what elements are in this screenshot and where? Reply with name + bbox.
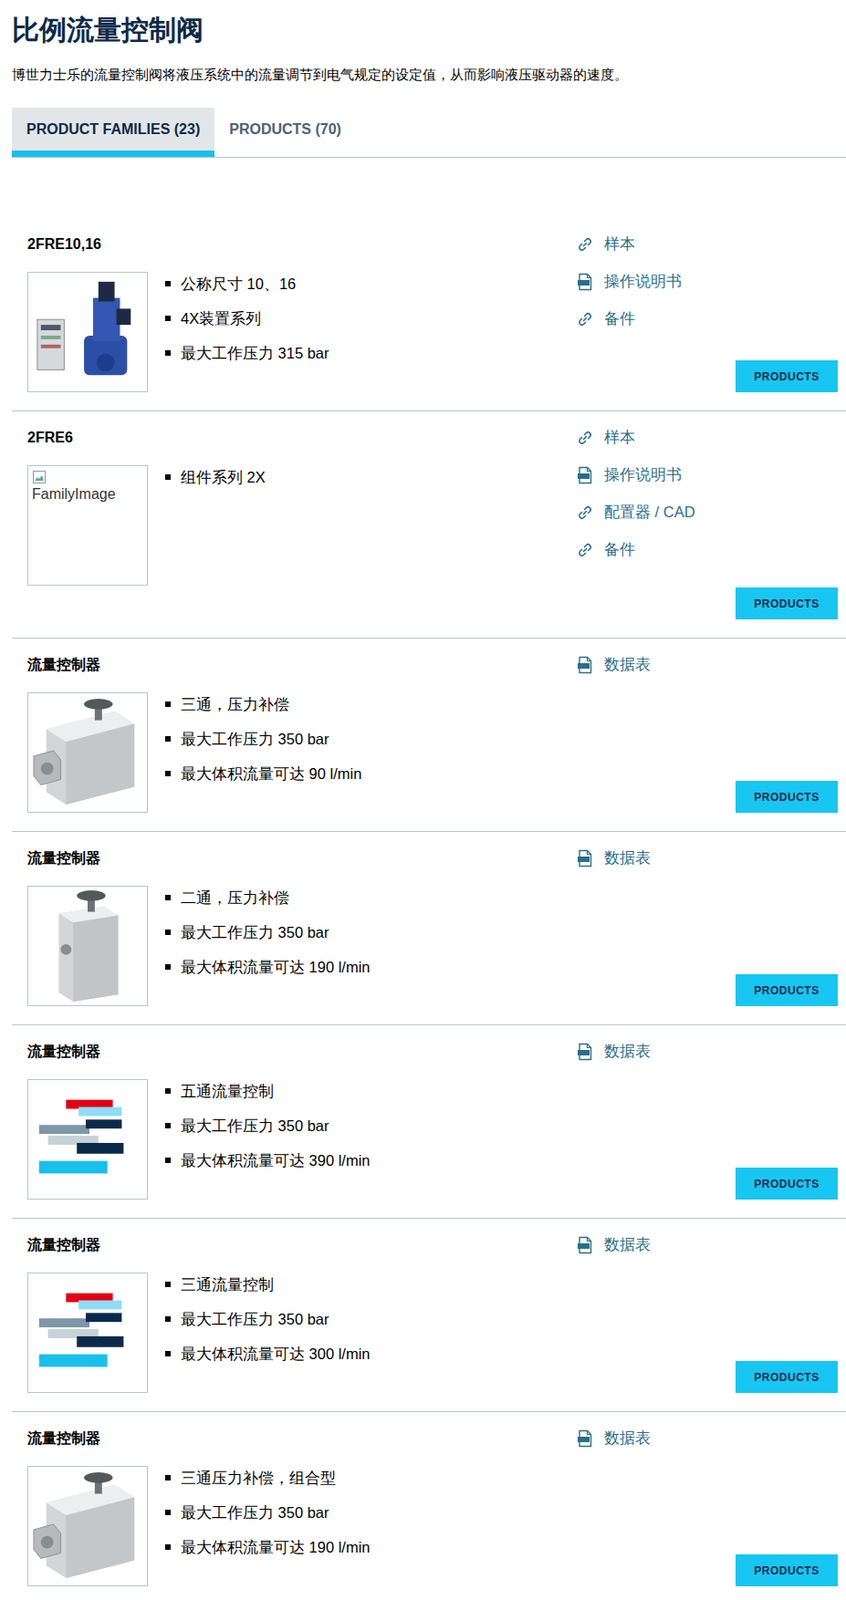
page-description: 博世力士乐的流量控制阀将液压系统中的流量调节到电气规定的设定值，从而影响液压驱动… [11, 65, 846, 84]
doc-link[interactable]: 配置器 / CAD [576, 502, 838, 523]
bullet-list: 五通流量控制最大工作压力 350 bar 最大体积流量可达 390 l/min [165, 1079, 371, 1201]
products-button[interactable]: PRODUCTS [735, 974, 838, 1007]
family-image[interactable] [27, 1273, 148, 1394]
tab-bar: PRODUCT FAMILIES (23)PRODUCTS (70) [11, 107, 846, 158]
products-button[interactable]: PRODUCTS [735, 360, 838, 393]
bullet-list: 公称尺寸 10、16 4X装置系列最大工作压力 315 bar [165, 271, 330, 393]
broken-image-icon [31, 470, 47, 485]
doc-link[interactable]: 数据表 [576, 1235, 838, 1256]
link-icon [576, 504, 594, 522]
family-item: 流量控制器三通压力补偿，组合型最大工作压力 350 bar 最大体积流量可达 19… [11, 1412, 846, 1600]
family-item: 流量控制器三通，压力补偿最大工作压力 350 bar 最大体积流量可达 90 l/… [11, 638, 846, 833]
page: 比例流量控制阀博世力士乐的流量控制阀将液压系统中的流量调节到电气规定的设定值，从… [0, 0, 846, 1600]
products-button[interactable]: PRODUCTS [735, 1555, 838, 1588]
family-image[interactable]: FamilyImage [27, 465, 148, 586]
pdf-icon [576, 1236, 594, 1255]
bullet-list: 组件系列 2X [165, 465, 266, 586]
doc-link[interactable]: 数据表 [576, 1042, 838, 1063]
doc-link[interactable]: 备件 [576, 540, 838, 561]
tab[interactable]: PRODUCT FAMILIES (23) [11, 107, 215, 157]
bullet-item: 三通，压力补偿 [165, 692, 362, 717]
family-list: 2FRE10,16 公称尺寸 10、16 4X装置系列最大工作压力 315 bar 样… [11, 218, 846, 1600]
pdf-icon [576, 849, 594, 868]
bullet-list: 三通，压力补偿最大工作压力 350 bar 最大体积流量可达 90 l/min [165, 692, 362, 814]
pdf-icon [576, 466, 594, 485]
tab[interactable]: PRODUCTS (70) [214, 107, 356, 157]
bullet-item: 最大工作压力 350 bar [165, 1307, 371, 1332]
family-item: 2FRE10,16 公称尺寸 10、16 4X装置系列最大工作压力 315 bar 样… [11, 218, 846, 412]
bullet-item: 最大工作压力 350 bar [165, 920, 371, 945]
doc-link[interactable]: 数据表 [576, 1429, 838, 1450]
pdf-icon [576, 272, 594, 292]
bullet-item: 组件系列 2X [165, 465, 266, 490]
family-image[interactable] [27, 692, 148, 814]
family-image[interactable] [27, 1079, 148, 1201]
bullet-item: 最大工作压力 350 bar [165, 727, 362, 752]
link-icon [576, 542, 594, 559]
flow-block-icon [28, 693, 147, 813]
link-icon [576, 311, 594, 328]
bullet-item: 五通流量控制 [165, 1079, 371, 1104]
bullet-item: 最大体积流量可达 90 l/min [165, 762, 362, 786]
bullet-item: 最大体积流量可达 190 l/min [165, 955, 371, 980]
flow-block-icon [28, 887, 147, 1006]
image-alt-text: FamilyImage [31, 486, 144, 503]
pdf-icon [576, 1043, 594, 1062]
bullet-item: 最大工作压力 315 bar [165, 341, 330, 366]
family-name[interactable]: 流量控制器 [27, 655, 577, 676]
pdf-icon [576, 656, 594, 675]
bullet-item: 公称尺寸 10、16 [165, 271, 330, 296]
family-image[interactable] [27, 1466, 148, 1588]
link-icon [576, 236, 594, 253]
products-button[interactable]: PRODUCTS [735, 781, 838, 814]
family-name[interactable]: 流量控制器 [27, 1235, 577, 1256]
bullet-list: 三通压力补偿，组合型最大工作压力 350 bar 最大体积流量可达 190 l/m… [165, 1466, 371, 1588]
doc-link[interactable]: 备件 [576, 309, 838, 330]
doc-link[interactable]: 操作说明书 [576, 465, 838, 486]
family-image[interactable] [27, 886, 148, 1007]
bullet-list: 二通，压力补偿最大工作压力 350 bar 最大体积流量可达 190 l/min [165, 886, 371, 1007]
family-name[interactable]: 流量控制器 [27, 1429, 577, 1450]
bullet-item: 最大体积流量可达 300 l/min [165, 1342, 371, 1367]
products-button[interactable]: PRODUCTS [735, 587, 838, 620]
placeholder-stripes-icon [28, 1080, 147, 1200]
link-icon [576, 429, 594, 447]
doc-link[interactable]: 数据表 [576, 655, 838, 676]
products-button[interactable]: PRODUCTS [735, 1168, 838, 1201]
bullet-item: 三通压力补偿，组合型 [165, 1466, 371, 1491]
bullet-item: 最大工作压力 350 bar [165, 1114, 371, 1139]
flow-block-icon [28, 1467, 147, 1587]
pdf-icon [576, 1430, 594, 1449]
doc-link[interactable]: 操作说明书 [576, 271, 838, 293]
placeholder-stripes-icon [28, 1274, 147, 1393]
family-name[interactable]: 2FRE10,16 [27, 234, 577, 255]
family-item: 流量控制器五通流量控制最大工作压力 350 bar 最大体积流量可达 390 l/… [11, 1025, 846, 1220]
bullet-item: 最大工作压力 350 bar [165, 1501, 371, 1525]
page-title: 比例流量控制阀 [0, 0, 846, 48]
doc-link[interactable]: 数据表 [576, 848, 838, 869]
bullet-item: 4X装置系列 [165, 306, 330, 331]
bullet-item: 最大体积流量可达 390 l/min [165, 1148, 371, 1173]
bullet-list: 三通流量控制最大工作压力 350 bar 最大体积流量可达 300 l/min [165, 1273, 371, 1394]
doc-link[interactable]: 样本 [576, 428, 838, 449]
family-item: 流量控制器三通流量控制最大工作压力 350 bar 最大体积流量可达 300 l/… [11, 1219, 846, 1413]
family-image[interactable] [27, 271, 148, 393]
family-item: 2FRE6 FamilyImage 组件系列 2X 样本操作说明书配置器 / CAD 备… [11, 411, 846, 639]
bullet-item: 三通流量控制 [165, 1273, 371, 1297]
family-name[interactable]: 流量控制器 [27, 848, 577, 869]
doc-link[interactable]: 样本 [576, 234, 838, 255]
products-button[interactable]: PRODUCTS [735, 1361, 838, 1394]
family-name[interactable]: 2FRE6 [27, 428, 577, 449]
valve-icon [28, 272, 147, 392]
family-name[interactable]: 流量控制器 [27, 1042, 577, 1063]
bullet-item: 最大体积流量可达 190 l/min [165, 1535, 371, 1560]
family-item: 流量控制器二通，压力补偿最大工作压力 350 bar 最大体积流量可达 190 l… [11, 832, 846, 1026]
bullet-item: 二通，压力补偿 [165, 886, 371, 910]
